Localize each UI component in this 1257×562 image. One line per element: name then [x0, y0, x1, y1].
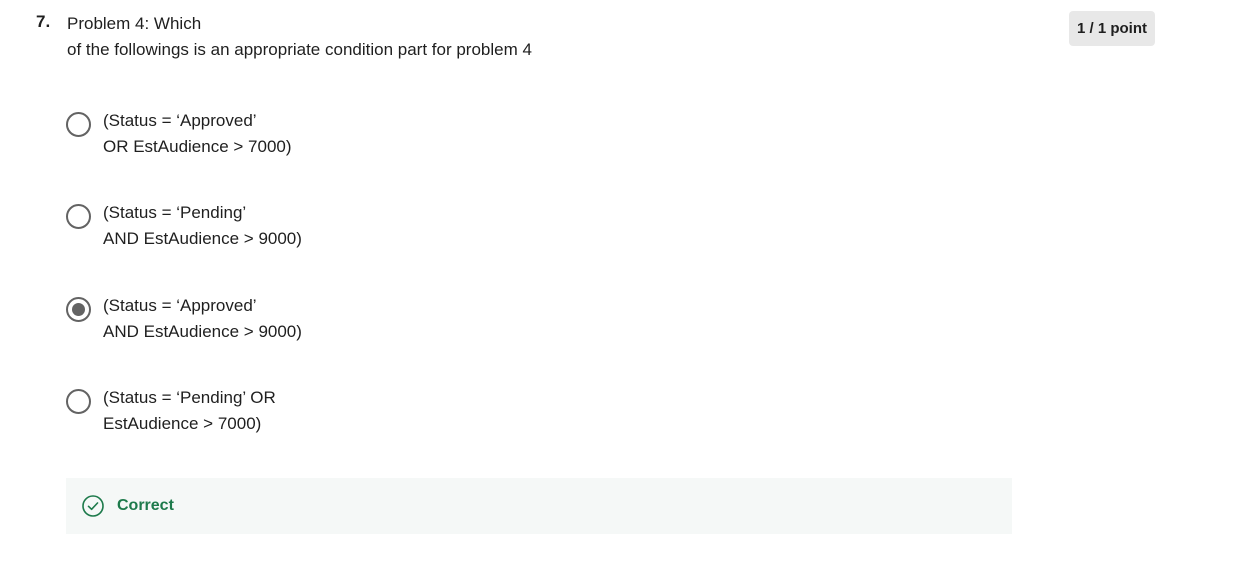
feedback-banner: Correct — [66, 478, 1012, 534]
option-3-text[interactable]: (Status = ‘Approved’ AND EstAudience > 9… — [103, 293, 302, 345]
radio-button-option-2[interactable] — [66, 204, 91, 229]
radio-button-option-4[interactable] — [66, 389, 91, 414]
option-4-line-2: EstAudience > 7000) — [103, 414, 262, 433]
radio-button-option-3[interactable] — [66, 297, 91, 322]
option-3-line-1: (Status = ‘Approved’ — [103, 296, 257, 315]
question-number: 7. — [36, 12, 51, 31]
option-4-line-1: (Status = ‘Pending’ OR — [103, 388, 276, 407]
option-4-text[interactable]: (Status = ‘Pending’ OR EstAudience > 700… — [103, 385, 276, 437]
question-title-line-1: Problem 4: Which — [67, 14, 202, 33]
feedback-label: Correct — [117, 497, 174, 514]
radio-button-option-1[interactable] — [66, 112, 91, 137]
option-1-line-2: OR EstAudience > 7000) — [103, 137, 292, 156]
option-1-text[interactable]: (Status = ‘Approved’ OR EstAudience > 70… — [103, 108, 292, 160]
question-text: Problem 4: Which of the followings is an… — [67, 11, 767, 63]
option-1-line-1: (Status = ‘Approved’ — [103, 111, 257, 130]
option-2-text[interactable]: (Status = ‘Pending’ AND EstAudience > 90… — [103, 200, 302, 252]
check-circle-icon — [82, 495, 104, 517]
question-title-line-2: of the followings is an appropriate cond… — [67, 40, 532, 59]
points-badge: 1 / 1 point — [1069, 11, 1155, 46]
option-2-line-2: AND EstAudience > 9000) — [103, 229, 302, 248]
option-2-line-1: (Status = ‘Pending’ — [103, 203, 247, 222]
option-3-line-2: AND EstAudience > 9000) — [103, 322, 302, 341]
